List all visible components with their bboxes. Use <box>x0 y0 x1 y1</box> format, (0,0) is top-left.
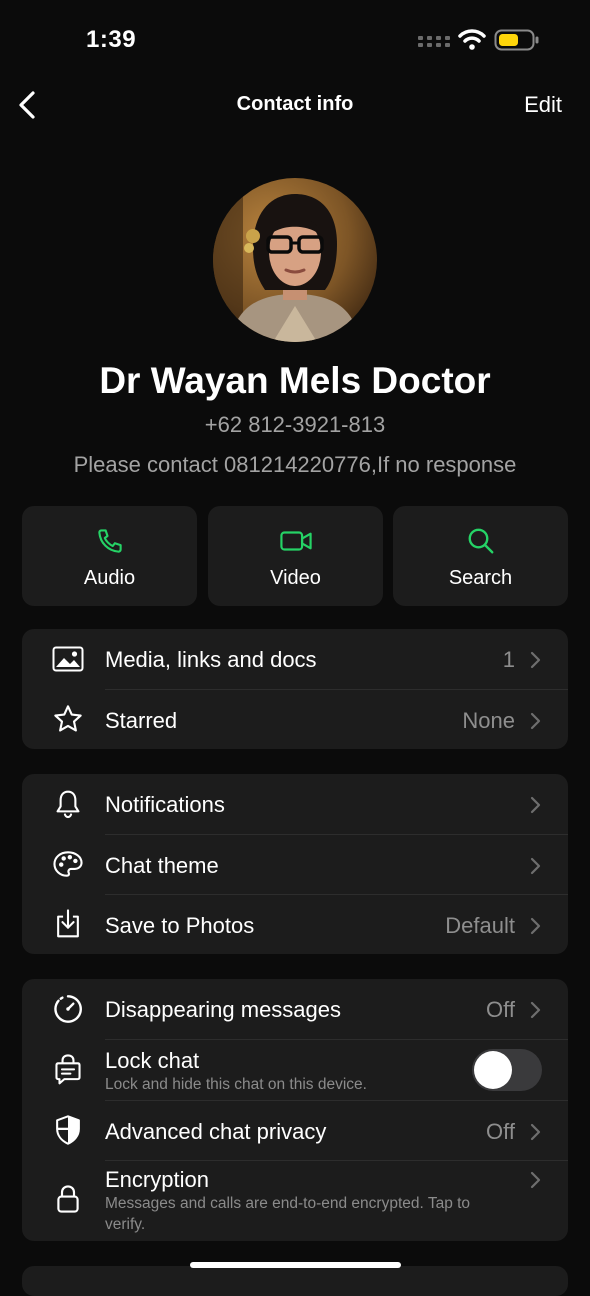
row-label: Disappearing messages <box>105 997 342 1022</box>
row-subtitle: Lock and hide this chat on this device. <box>105 1076 367 1093</box>
row-label: Notifications <box>105 792 225 817</box>
lock-icon <box>57 1185 79 1213</box>
search-label: Search <box>448 567 513 589</box>
palette-icon <box>53 851 83 877</box>
row-label: Advanced chat privacy <box>105 1119 327 1144</box>
row-media-links-docs[interactable]: Media, links and docs 1 <box>22 629 568 689</box>
row-label: Media, links and docs <box>105 647 317 672</box>
chevron-right-icon <box>530 1171 541 1189</box>
status-time: 1:39 <box>86 26 137 53</box>
chevron-right-icon <box>530 651 541 669</box>
row-label: Save to Photos <box>105 913 255 938</box>
home-indicator[interactable] <box>190 1262 401 1268</box>
chevron-right-icon <box>530 857 541 875</box>
row-value: 1 <box>502 647 515 672</box>
audio-call-button[interactable]: Audio <box>22 506 197 606</box>
privacy-card: Disappearing messages Off Lock chat Lock… <box>22 979 568 1241</box>
edit-button[interactable]: Edit <box>524 92 562 118</box>
row-encryption[interactable]: Encryption Messages and calls are end-to… <box>22 1161 568 1241</box>
row-label: Starred <box>105 708 178 733</box>
chevron-right-icon <box>530 796 541 814</box>
row-value: Off <box>486 997 515 1022</box>
status-bar: 1:39 <box>0 0 590 80</box>
chevron-right-icon <box>530 712 541 730</box>
row-chat-theme[interactable]: Chat theme <box>22 835 568 894</box>
chevron-right-icon <box>530 1001 541 1019</box>
row-disappearing-messages[interactable]: Disappearing messages Off <box>22 979 568 1039</box>
lock-chat-toggle[interactable] <box>472 1049 542 1091</box>
nav-bar: Contact info Edit <box>0 80 590 130</box>
row-notifications[interactable]: Notifications <box>22 774 568 834</box>
video-label: Video <box>270 567 321 589</box>
video-call-button[interactable]: Video <box>208 506 383 606</box>
audio-label: Audio <box>83 567 136 589</box>
save-icon <box>57 909 79 938</box>
timer-icon <box>54 995 82 1023</box>
battery-icon <box>494 29 539 51</box>
bell-icon <box>56 790 80 819</box>
action-buttons: Audio Video Search <box>22 506 568 606</box>
shield-icon <box>56 1115 80 1145</box>
row-label: Lock chat <box>105 1048 200 1073</box>
next-card-peek <box>22 1266 568 1296</box>
media-icon <box>52 646 84 672</box>
star-icon <box>54 705 82 732</box>
media-card: Media, links and docs 1 Starred None <box>22 629 568 749</box>
row-label: Encryption <box>105 1167 209 1192</box>
row-save-to-photos[interactable]: Save to Photos Default <box>22 895 568 954</box>
contact-about: Please contact 081214220776,If no respon… <box>73 452 517 477</box>
video-icon <box>279 531 312 551</box>
search-button[interactable]: Search <box>393 506 568 606</box>
row-subtitle: Messages and calls are end-to-end encryp… <box>105 1195 471 1233</box>
search-icon <box>468 528 493 554</box>
contact-name: Dr Wayan Mels Doctor <box>99 360 491 401</box>
contact-phone[interactable]: +62 812-3921-813 <box>0 412 590 438</box>
page-title: Contact info <box>236 93 354 115</box>
wifi-icon <box>458 29 486 50</box>
avatar[interactable] <box>213 178 377 342</box>
lock-chat-icon <box>55 1054 81 1085</box>
row-starred[interactable]: Starred None <box>22 690 568 749</box>
row-value: Off <box>486 1119 515 1144</box>
row-value: None <box>462 708 515 733</box>
row-value: Default <box>445 913 515 938</box>
toggle-knob <box>474 1051 512 1089</box>
row-lock-chat: Lock chat Lock and hide this chat on thi… <box>22 1040 568 1100</box>
row-label: Chat theme <box>105 853 219 878</box>
settings-card: Notifications Chat theme Save to Photos … <box>22 774 568 954</box>
chevron-right-icon <box>530 917 541 935</box>
chevron-right-icon <box>530 1123 541 1141</box>
row-advanced-chat-privacy[interactable]: Advanced chat privacy Off <box>22 1101 568 1160</box>
phone-icon <box>97 529 122 553</box>
signal-icon <box>418 36 450 47</box>
